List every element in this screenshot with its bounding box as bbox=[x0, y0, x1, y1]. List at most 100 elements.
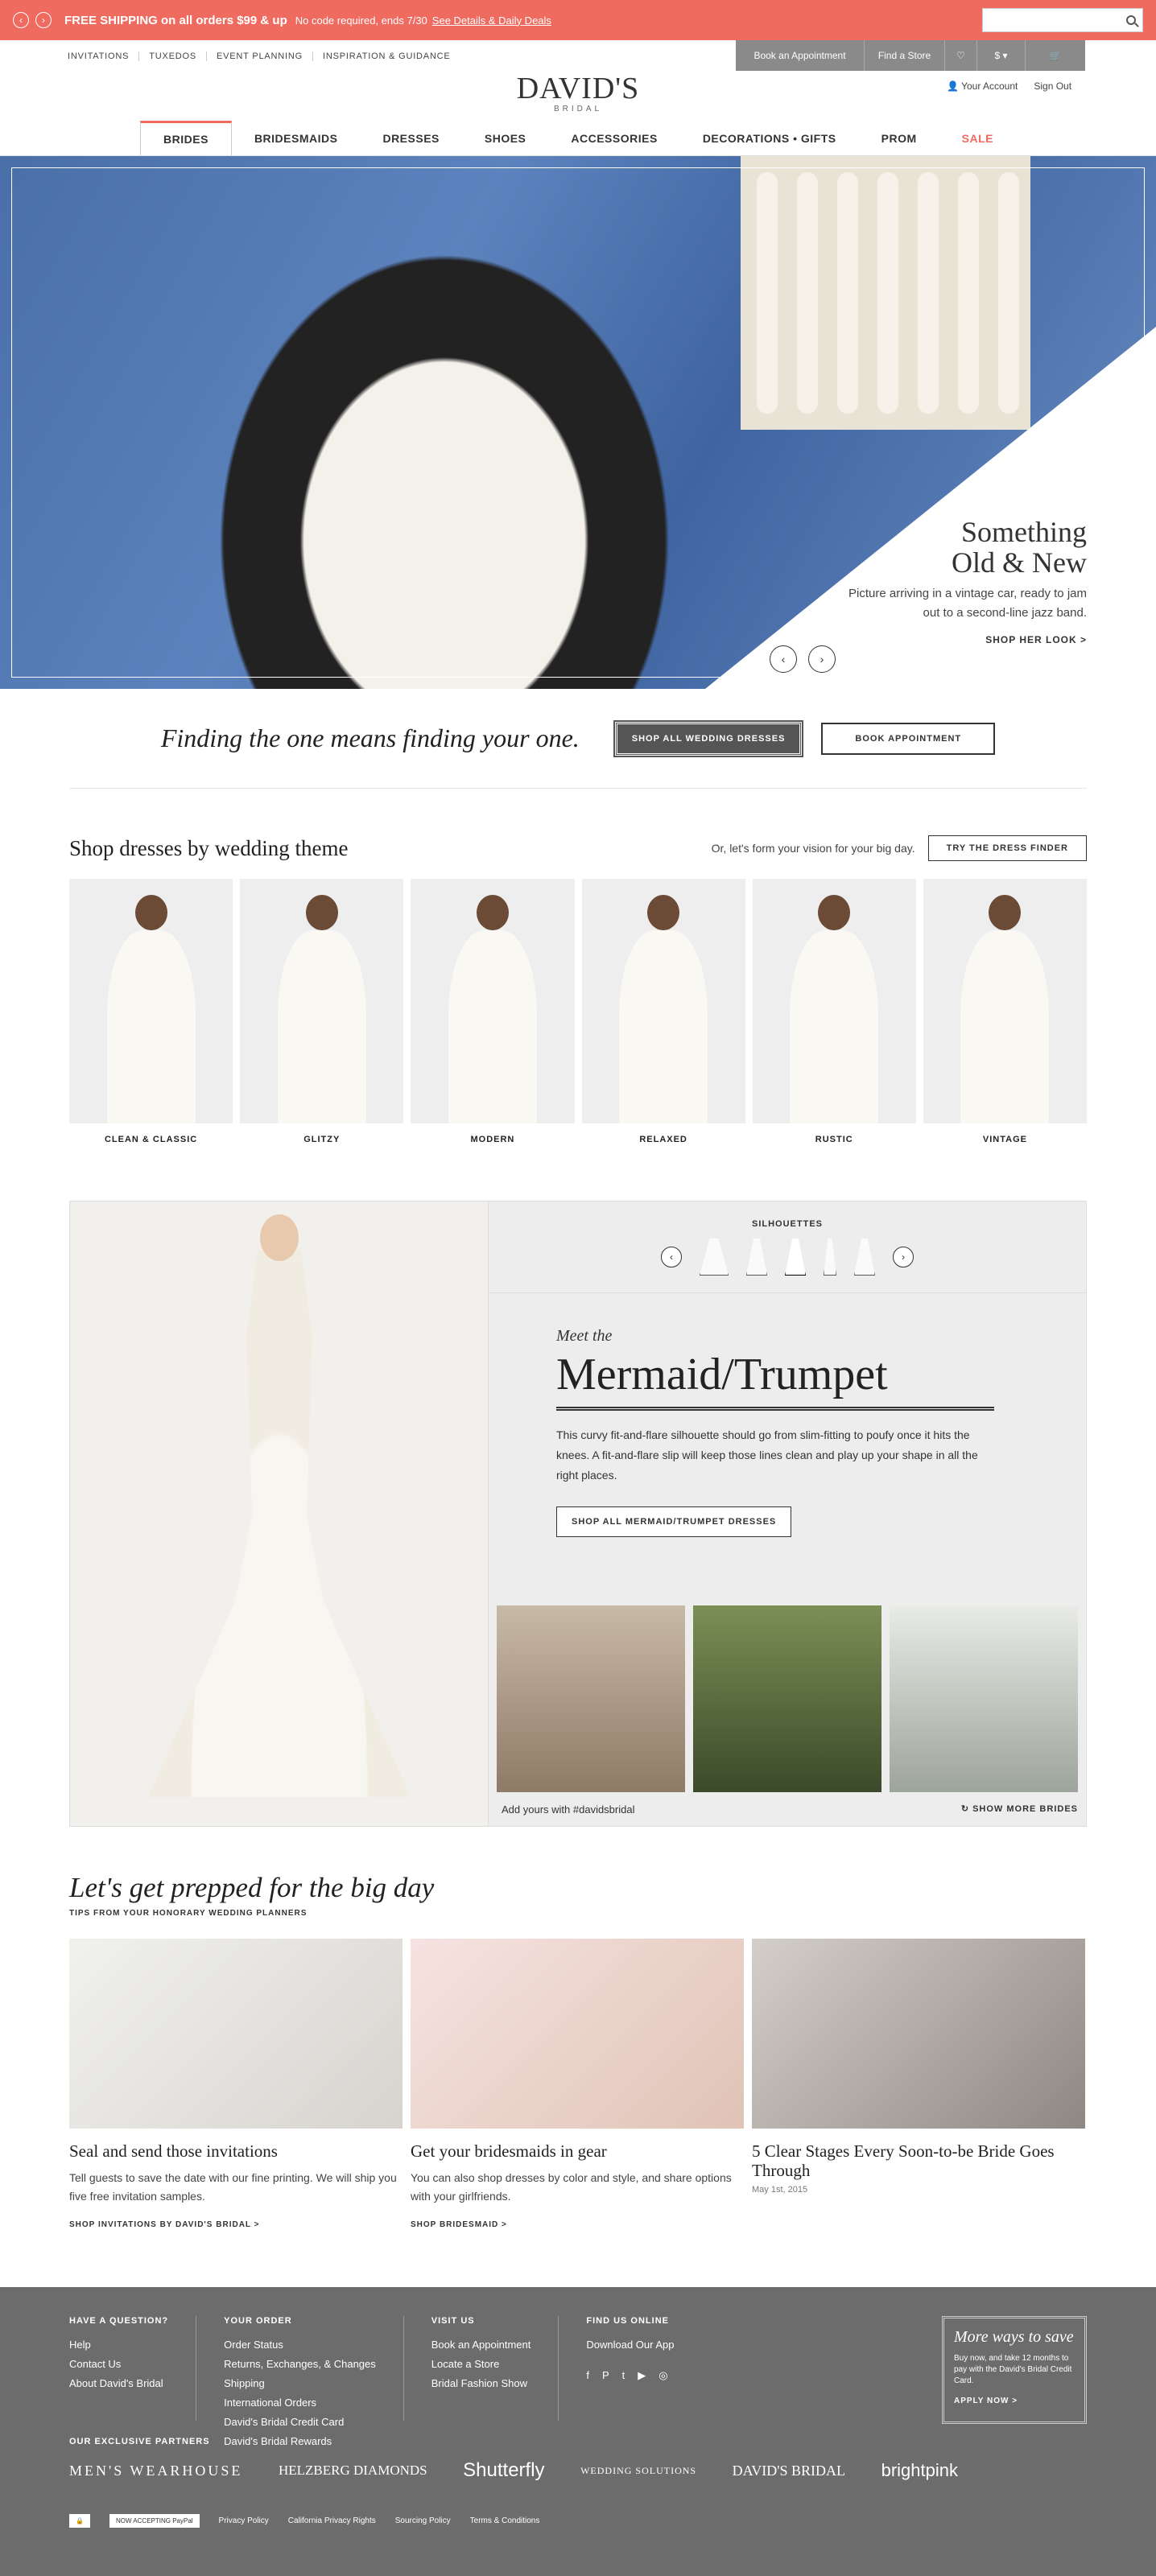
currency-selector[interactable]: $ ▾ bbox=[977, 40, 1026, 71]
instagram-icon[interactable]: ◎ bbox=[659, 2366, 667, 2385]
youtube-icon[interactable]: ▶ bbox=[638, 2366, 646, 2385]
footer-link-appointment[interactable]: Book an Appointment bbox=[431, 2335, 531, 2355]
footer-link-international[interactable]: International Orders bbox=[224, 2393, 376, 2413]
footer-link-shipping[interactable]: Shipping bbox=[224, 2374, 376, 2393]
bride-photo[interactable] bbox=[693, 1605, 881, 1792]
theme-label: CLEAN & CLASSIC bbox=[104, 1135, 198, 1144]
nav-accessories[interactable]: ACCESSORIES bbox=[548, 121, 679, 155]
security-badge-icon[interactable]: 🔒 bbox=[69, 2514, 90, 2528]
search-icon[interactable] bbox=[1126, 15, 1136, 25]
ballgown-silhouette-icon[interactable] bbox=[700, 1239, 729, 1276]
nav-inspiration[interactable]: INSPIRATION & GUIDANCE bbox=[313, 52, 460, 61]
footer-link-returns[interactable]: Returns, Exchanges, & Changes bbox=[224, 2355, 376, 2374]
theme-card-glitzy[interactable]: GLITZY bbox=[240, 879, 404, 1144]
cart-icon[interactable]: 🛒 bbox=[1026, 40, 1085, 71]
theme-image bbox=[581, 879, 745, 1123]
utility-nav: INVITATIONS TUXEDOS EVENT PLANNING INSPI… bbox=[68, 52, 460, 61]
nav-dresses[interactable]: DRESSES bbox=[360, 121, 461, 155]
find-store-button[interactable]: Find a Store bbox=[865, 40, 945, 71]
shop-all-wedding-dresses-button[interactable]: SHOP ALL WEDDING DRESSES bbox=[613, 719, 804, 757]
legal-privacy[interactable]: Privacy Policy bbox=[219, 2516, 269, 2525]
search-input[interactable] bbox=[982, 8, 1143, 32]
shop-bridesmaid-link[interactable]: SHOP BRIDESMAID > bbox=[411, 2220, 744, 2229]
nav-shoes[interactable]: SHOES bbox=[462, 121, 549, 155]
partner-logo-shutterfly[interactable]: Shutterfly bbox=[463, 2459, 544, 2482]
theme-card-rustic[interactable]: RUSTIC bbox=[752, 879, 916, 1144]
footer-link-rewards[interactable]: David's Bridal Rewards bbox=[224, 2432, 376, 2451]
dress-finder-button[interactable]: TRY THE DRESS FINDER bbox=[927, 835, 1087, 861]
theme-label: VINTAGE bbox=[982, 1135, 1027, 1144]
prep-card-title[interactable]: Seal and send those invitations bbox=[69, 2141, 403, 2161]
mermaid-silhouette-icon[interactable] bbox=[785, 1239, 806, 1276]
theme-card-clean-classic[interactable]: CLEAN & CLASSIC bbox=[69, 879, 233, 1144]
silhouettes-label: SILHOUETTES bbox=[751, 1219, 823, 1229]
pinterest-icon[interactable]: P bbox=[602, 2366, 609, 2385]
bride-photo[interactable] bbox=[890, 1605, 1078, 1792]
nav-sale[interactable]: SALE bbox=[939, 121, 1016, 155]
footer-link-about[interactable]: About David's Bridal bbox=[69, 2374, 168, 2393]
book-appointment-button[interactable]: Book an Appointment bbox=[736, 40, 865, 71]
silhouette-next-icon[interactable]: › bbox=[893, 1247, 914, 1267]
prep-card-title[interactable]: 5 Clear Stages Every Soon-to-be Bride Go… bbox=[752, 2141, 1085, 2180]
bridesmaids-image[interactable] bbox=[411, 1939, 744, 2129]
nav-prom[interactable]: PROM bbox=[859, 121, 939, 155]
show-more-label: SHOW MORE BRIDES bbox=[972, 1804, 1078, 1814]
nav-invitations[interactable]: INVITATIONS bbox=[68, 52, 140, 61]
shop-mermaid-button[interactable]: SHOP ALL MERMAID/TRUMPET DRESSES bbox=[556, 1506, 792, 1537]
hero-banner: Something Old & New Picture arriving in a… bbox=[0, 156, 1156, 689]
book-appointment-cta[interactable]: BOOK APPOINTMENT bbox=[821, 722, 996, 755]
theme-label: RELAXED bbox=[639, 1135, 687, 1144]
footer-link-credit-card[interactable]: David's Bridal Credit Card bbox=[224, 2413, 376, 2432]
hero-prev-icon[interactable]: ‹ bbox=[770, 645, 797, 673]
footer-link-order-status[interactable]: Order Status bbox=[224, 2335, 376, 2355]
theme-card-modern[interactable]: MODERN bbox=[411, 879, 575, 1144]
prep-card-title[interactable]: Get your bridesmaids in gear bbox=[411, 2141, 744, 2161]
footer-link-fashion-show[interactable]: Bridal Fashion Show bbox=[431, 2374, 531, 2393]
shop-her-look-link[interactable]: SHOP HER LOOK > bbox=[845, 634, 1087, 645]
shop-invitations-link[interactable]: SHOP INVITATIONS BY DAVID'S BRIDAL > bbox=[69, 2220, 403, 2229]
theme-card-vintage[interactable]: VINTAGE bbox=[923, 879, 1088, 1144]
nav-decorations-gifts[interactable]: DECORATIONS • GIFTS bbox=[680, 121, 859, 155]
promo-headline: FREE SHIPPING on all orders $99 & up bbox=[64, 13, 287, 27]
legal-california[interactable]: California Privacy Rights bbox=[288, 2516, 376, 2525]
bride-stages-image[interactable] bbox=[752, 1939, 1085, 2129]
partner-logo-helzberg[interactable]: HELZBERG DIAMONDS bbox=[279, 2463, 427, 2479]
partner-logo-wedding-solutions[interactable]: WEDDING SOLUTIONS bbox=[580, 2465, 696, 2477]
next-arrow-icon[interactable]: › bbox=[35, 12, 52, 28]
show-more-brides-link[interactable]: ↻ SHOW MORE BRIDES bbox=[961, 1803, 1078, 1816]
theme-card-relaxed[interactable]: RELAXED bbox=[581, 879, 745, 1144]
legal-sourcing[interactable]: Sourcing Policy bbox=[395, 2516, 451, 2525]
credit-card-promo[interactable]: More ways to save Buy now, and take 12 m… bbox=[942, 2316, 1087, 2424]
sign-out-link[interactable]: Sign Out bbox=[1034, 80, 1071, 92]
partner-logo-davids-bridal[interactable]: DAVID'S BRIDAL bbox=[733, 2463, 845, 2479]
heart-icon[interactable]: ♡ bbox=[945, 40, 977, 71]
apply-now-link[interactable]: APPLY NOW > bbox=[954, 2397, 1075, 2405]
nav-event-planning[interactable]: EVENT PLANNING bbox=[207, 52, 313, 61]
legal-terms[interactable]: Terms & Conditions bbox=[470, 2516, 540, 2525]
mermaid-dress-image bbox=[70, 1201, 489, 1826]
footer-link-app[interactable]: Download Our App bbox=[586, 2335, 674, 2355]
invitations-image[interactable] bbox=[69, 1939, 403, 2129]
trumpet-silhouette-icon[interactable] bbox=[854, 1239, 875, 1276]
sheath-silhouette-icon[interactable] bbox=[824, 1239, 836, 1276]
partner-logo-brightpink[interactable]: brightpink bbox=[881, 2460, 958, 2481]
footer-link-locate-store[interactable]: Locate a Store bbox=[431, 2355, 531, 2374]
prev-arrow-icon[interactable]: ‹ bbox=[13, 12, 29, 28]
twitter-icon[interactable]: t bbox=[622, 2366, 625, 2385]
partner-logo-mens-wearhouse[interactable]: MEN'S WEARHOUSE bbox=[69, 2463, 242, 2479]
nav-brides[interactable]: BRIDES bbox=[140, 121, 232, 155]
facebook-icon[interactable]: f bbox=[586, 2366, 589, 2385]
hashtag-text: Add yours with #davidsbridal bbox=[502, 1803, 635, 1816]
your-account-link[interactable]: 👤 Your Account bbox=[947, 80, 1018, 92]
nav-tuxedos[interactable]: TUXEDOS bbox=[139, 52, 208, 61]
hero-next-icon[interactable]: › bbox=[808, 645, 836, 673]
silhouette-prev-icon[interactable]: ‹ bbox=[661, 1247, 682, 1267]
nav-bridesmaids[interactable]: BRIDESMAIDS bbox=[232, 121, 361, 155]
bride-photo[interactable] bbox=[497, 1605, 685, 1792]
site-logo[interactable]: DAVID'S BRIDAL bbox=[0, 71, 1156, 113]
footer-link-help[interactable]: Help bbox=[69, 2335, 168, 2355]
a-line-silhouette-icon[interactable] bbox=[746, 1239, 767, 1276]
promo-details-link[interactable]: See Details & Daily Deals bbox=[432, 14, 551, 27]
footer-link-contact[interactable]: Contact Us bbox=[69, 2355, 168, 2374]
paypal-badge[interactable]: NOW ACCEPTING PayPal bbox=[109, 2514, 200, 2528]
